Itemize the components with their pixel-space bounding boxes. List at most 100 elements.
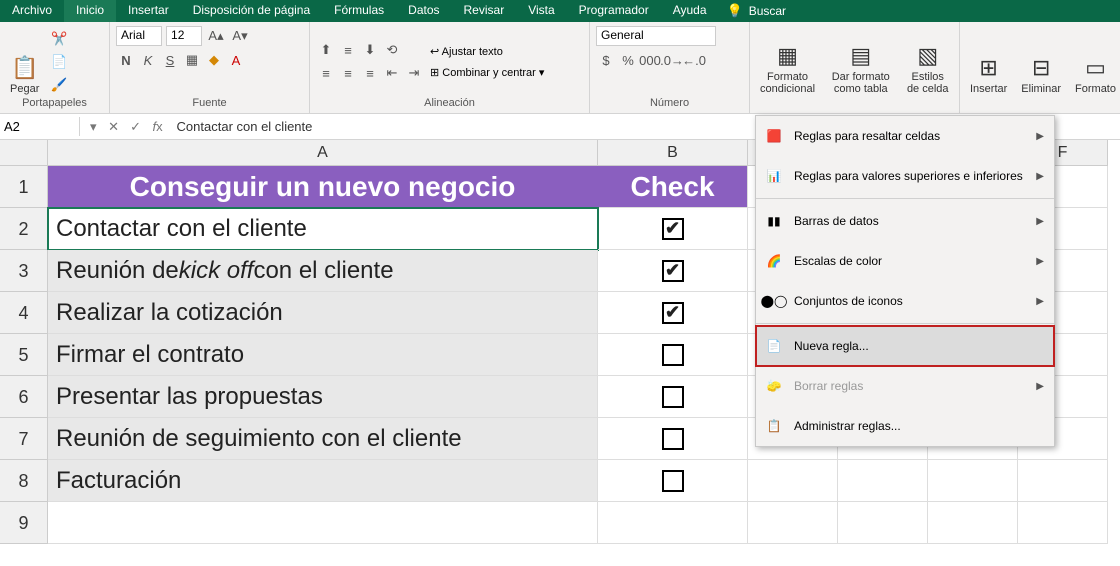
increase-indent-button[interactable]: ⇥ — [404, 63, 424, 83]
underline-button[interactable]: S — [160, 50, 180, 70]
merge-center-button[interactable]: ⊞ Combinar y centrar ▾ — [430, 66, 544, 79]
name-box[interactable]: A2 — [0, 117, 80, 136]
cell-b4[interactable]: ✔ — [598, 292, 748, 334]
enter-formula-button[interactable]: ✓ — [125, 119, 147, 135]
row-header-4[interactable]: 4 — [0, 292, 48, 334]
bold-button[interactable]: N — [116, 50, 136, 70]
cell-b3[interactable]: ✔ — [598, 250, 748, 292]
decrease-indent-button[interactable]: ⇤ — [382, 63, 402, 83]
copy-button[interactable]: 📄 — [49, 52, 69, 72]
align-bottom-button[interactable]: ⬇ — [360, 40, 380, 60]
cf-top-bottom-rules[interactable]: 📊 Reglas para valores superiores e infer… — [756, 156, 1054, 196]
delete-cells-button[interactable]: ⊟ Eliminar — [1017, 26, 1065, 97]
tab-file[interactable]: Archivo — [0, 0, 64, 22]
cell-b7[interactable] — [598, 418, 748, 460]
cf-manage-rules[interactable]: 📋 Administrar reglas... — [756, 406, 1054, 446]
tab-review[interactable]: Revisar — [452, 0, 517, 22]
cf-data-bars[interactable]: ▮▮ Barras de datos ▶ — [756, 201, 1054, 241]
font-name-combo[interactable]: Arial — [116, 26, 162, 46]
format-cells-button[interactable]: ▭ Formato — [1071, 26, 1120, 97]
row-header-7[interactable]: 7 — [0, 418, 48, 460]
cancel-formula-button[interactable]: ✕ — [103, 119, 125, 135]
increase-decimal-button[interactable]: .0→ — [662, 50, 682, 70]
cell-f9[interactable] — [1018, 502, 1108, 544]
cell-b9[interactable] — [598, 502, 748, 544]
borders-button[interactable]: ▦ — [182, 50, 202, 70]
cell-a7[interactable]: Reunión de seguimiento con el cliente — [48, 418, 598, 460]
row-header-3[interactable]: 3 — [0, 250, 48, 292]
cell-c8[interactable] — [748, 460, 838, 502]
font-size-combo[interactable]: 12 — [166, 26, 202, 46]
font-color-button[interactable]: A — [226, 50, 246, 70]
format-as-table-button[interactable]: ▤ Dar formato como tabla — [825, 26, 896, 97]
row-header-1[interactable]: 1 — [0, 166, 48, 208]
cut-button[interactable]: ✂️ — [49, 29, 69, 49]
tab-data[interactable]: Datos — [396, 0, 451, 22]
fill-color-button[interactable]: ◆ — [204, 50, 224, 70]
cell-f8[interactable] — [1018, 460, 1108, 502]
cell-b6[interactable] — [598, 376, 748, 418]
cell-d9[interactable] — [838, 502, 928, 544]
checkbox-7[interactable] — [662, 428, 684, 450]
checkbox-8[interactable] — [662, 470, 684, 492]
percent-button[interactable]: % — [618, 50, 638, 70]
cf-highlight-cells-rules[interactable]: 🟥 Reglas para resaltar celdas ▶ — [756, 116, 1054, 156]
cell-a8[interactable]: Facturación — [48, 460, 598, 502]
cell-e8[interactable] — [928, 460, 1018, 502]
select-all-corner[interactable] — [0, 140, 48, 166]
tab-insert[interactable]: Insertar — [116, 0, 181, 22]
search-label[interactable]: Buscar — [749, 4, 786, 18]
checkbox-6[interactable] — [662, 386, 684, 408]
number-format-combo[interactable]: General — [596, 26, 716, 46]
increase-font-button[interactable]: A▴ — [206, 26, 226, 46]
checkbox-3[interactable]: ✔ — [662, 260, 684, 282]
cell-a9[interactable] — [48, 502, 598, 544]
paste-button[interactable]: 📋 Pegar — [6, 26, 43, 97]
cf-color-scales[interactable]: 🌈 Escalas de color ▶ — [756, 241, 1054, 281]
decrease-decimal-button[interactable]: ←.0 — [684, 50, 704, 70]
cell-a6[interactable]: Presentar las propuestas — [48, 376, 598, 418]
tab-formulas[interactable]: Fórmulas — [322, 0, 396, 22]
cell-styles-button[interactable]: ▧ Estilos de celda — [902, 26, 953, 97]
cell-a1[interactable]: Conseguir un nuevo negocio — [48, 166, 598, 208]
name-box-dropdown[interactable]: ▾ — [84, 119, 103, 135]
tab-developer[interactable]: Programador — [567, 0, 661, 22]
cell-a3[interactable]: Reunión de kick off con el cliente — [48, 250, 598, 292]
checkbox-5[interactable] — [662, 344, 684, 366]
italic-button[interactable]: K — [138, 50, 158, 70]
decrease-font-button[interactable]: A▾ — [230, 26, 250, 46]
cell-b2[interactable]: ✔ — [598, 208, 748, 250]
row-header-9[interactable]: 9 — [0, 502, 48, 544]
row-header-2[interactable]: 2 — [0, 208, 48, 250]
row-header-5[interactable]: 5 — [0, 334, 48, 376]
cell-b8[interactable] — [598, 460, 748, 502]
cf-clear-rules[interactable]: 🧽 Borrar reglas ▶ — [756, 366, 1054, 406]
cell-a4[interactable]: Realizar la cotización — [48, 292, 598, 334]
align-top-button[interactable]: ⬆ — [316, 40, 336, 60]
col-header-a[interactable]: A — [48, 140, 598, 166]
tab-help[interactable]: Ayuda — [661, 0, 719, 22]
search-icon[interactable]: 💡 — [727, 3, 743, 19]
tab-page-layout[interactable]: Disposición de página — [181, 0, 322, 22]
row-header-8[interactable]: 8 — [0, 460, 48, 502]
align-middle-button[interactable]: ≡ — [338, 40, 358, 60]
cell-b5[interactable] — [598, 334, 748, 376]
cell-a5[interactable]: Firmar el contrato — [48, 334, 598, 376]
insert-cells-button[interactable]: ⊞ Insertar — [966, 26, 1011, 97]
comma-button[interactable]: 000 — [640, 50, 660, 70]
conditional-formatting-button[interactable]: ▦ Formato condicional — [756, 26, 819, 97]
wrap-text-button[interactable]: ↩ Ajustar texto — [430, 45, 544, 58]
align-left-button[interactable]: ≡ — [316, 63, 336, 83]
cell-c9[interactable] — [748, 502, 838, 544]
currency-button[interactable]: $ — [596, 50, 616, 70]
cell-d8[interactable] — [838, 460, 928, 502]
cell-b1[interactable]: Check — [598, 166, 748, 208]
cf-icon-sets[interactable]: ⬤◯ Conjuntos de iconos ▶ — [756, 281, 1054, 321]
checkbox-2[interactable]: ✔ — [662, 218, 684, 240]
align-center-button[interactable]: ≡ — [338, 63, 358, 83]
cf-new-rule[interactable]: 📄 Nueva regla... — [756, 326, 1054, 366]
cell-a2[interactable]: Contactar con el cliente — [48, 208, 598, 250]
cell-e9[interactable] — [928, 502, 1018, 544]
row-header-6[interactable]: 6 — [0, 376, 48, 418]
insert-function-button[interactable]: fx — [147, 119, 169, 134]
